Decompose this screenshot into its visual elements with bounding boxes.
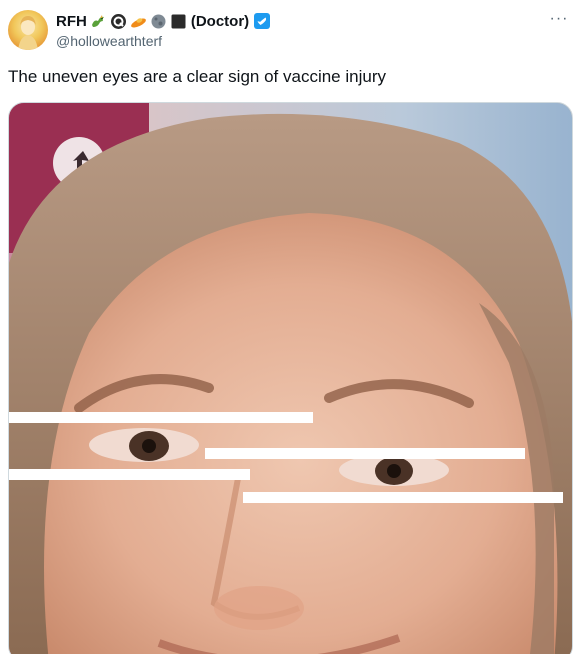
face-photo: [9, 103, 572, 654]
more-options-button[interactable]: ···: [547, 10, 571, 30]
verified-badge-icon[interactable]: [253, 12, 271, 30]
dragon-emoji-icon: [90, 13, 107, 30]
author-name-suffix[interactable]: (Doctor): [191, 13, 249, 30]
q-circle-emoji-icon: [110, 13, 127, 30]
flying-saucer-emoji-icon: [130, 13, 147, 30]
moon-emoji-icon: [150, 13, 167, 30]
author-display-name[interactable]: RFH: [56, 13, 87, 30]
author-name-row[interactable]: RFH (Doctor): [56, 11, 539, 31]
black-square-emoji-icon: [170, 13, 187, 30]
tweet-header: RFH (Doctor) @hollowearthterf: [56, 11, 539, 50]
tweet-media-image[interactable]: [8, 102, 573, 654]
author-handle[interactable]: @hollowearthterf: [56, 32, 539, 50]
tweet-text: The uneven eyes are a clear sign of vacc…: [8, 67, 386, 86]
avatar[interactable]: [8, 10, 48, 50]
tweet-card: RFH (Doctor) @hollowearthterf ··· The un…: [0, 0, 579, 654]
